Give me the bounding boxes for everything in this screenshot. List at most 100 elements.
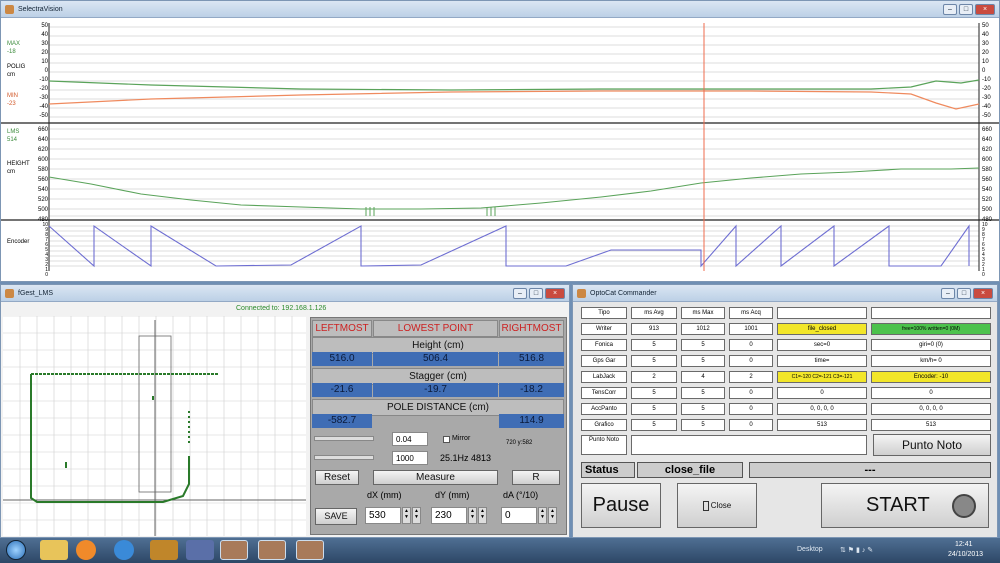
dy-spinner[interactable]: ▲ ▼: [468, 507, 477, 524]
max-value: -18: [7, 49, 16, 55]
tick-label: 500: [37, 207, 48, 213]
row-max: 5: [681, 355, 725, 367]
encoder-label: Encoder: [7, 239, 30, 245]
close-button[interactable]: ×: [975, 3, 995, 15]
optocat-window: OptoCat Commander – □ × Tipo ms Avg ms M…: [572, 284, 998, 538]
plot3-ticks-right: 10 9 8 7 6 5 4 3 2 1 0: [982, 223, 994, 278]
close-label: Close: [710, 501, 732, 510]
maximize-button[interactable]: □: [529, 287, 543, 299]
tick-label: -20: [982, 86, 991, 92]
row-avg: 5: [631, 355, 677, 367]
tick-label: 580: [37, 167, 48, 173]
minimize-button[interactable]: –: [941, 287, 955, 299]
height-right-value: 516.8: [499, 352, 564, 366]
tick-label: 600: [37, 157, 48, 163]
optocat-title-bar: OptoCat Commander – □ ×: [573, 285, 997, 302]
tick-label: 540: [982, 187, 993, 193]
da-spinner-2[interactable]: ▲ ▼: [548, 507, 557, 524]
height-mid-value: 506.4: [373, 352, 498, 366]
xy-readout: 720 y:582: [506, 440, 533, 446]
title-bar: SelectraVision – □ ×: [1, 1, 999, 18]
dy-input[interactable]: 230: [431, 507, 467, 524]
row-status: 0, 0, 0, 0: [777, 403, 867, 415]
row-name: Grafico: [581, 419, 627, 431]
frequency-readout: 25.1Hz 4813: [440, 453, 492, 463]
dx-spinner-2[interactable]: ▲ ▼: [412, 507, 421, 524]
height-line: [48, 167, 980, 210]
optocat-task-icon[interactable]: [220, 540, 248, 560]
close-button[interactable]: ×: [973, 287, 993, 299]
r-button[interactable]: R: [512, 470, 560, 485]
threshold-slider[interactable]: [314, 436, 374, 441]
row-max: 1012: [681, 323, 725, 335]
dy-spinner-2[interactable]: ▲ ▼: [478, 507, 487, 524]
plot1-ticks-right: 50 40 30 20 10 0 -10 -20 -30 -40 -50: [982, 22, 998, 121]
helmet-app-icon[interactable]: [150, 540, 178, 560]
lms-value: 514: [7, 137, 18, 143]
row-max: 4: [681, 371, 725, 383]
row-info: 513: [871, 419, 991, 431]
col-header-acq: ms Acq: [729, 307, 773, 319]
min-label: MIN: [7, 93, 18, 99]
tick-label: 640: [37, 137, 48, 143]
lms-title-bar: fGest_LMS – □ ×: [1, 285, 569, 302]
row-avg: 5: [631, 339, 677, 351]
clock-time: 12:41: [955, 541, 973, 548]
pole-right-value: 114.9: [499, 414, 564, 428]
tick-label: 660: [982, 127, 993, 133]
door-icon: [702, 500, 709, 511]
save-button[interactable]: SAVE: [315, 508, 357, 525]
tick-label: 0: [982, 68, 986, 74]
tick-label: 600: [982, 157, 993, 163]
minimize-button[interactable]: –: [943, 3, 957, 15]
da-spinner[interactable]: ▲ ▼: [538, 507, 547, 524]
samples-slider[interactable]: [314, 455, 374, 460]
rightmost-header: RIGHTMOST: [499, 320, 564, 337]
start-button[interactable]: START: [821, 483, 989, 528]
stagger-right-value: -18.2: [499, 383, 564, 397]
tick-label: 50: [41, 23, 48, 29]
reset-button[interactable]: Reset: [315, 470, 359, 485]
minimize-button[interactable]: –: [513, 287, 527, 299]
tick-label: -50: [39, 113, 48, 119]
row-status: 0: [777, 387, 867, 399]
maximize-button[interactable]: □: [959, 3, 973, 15]
tick-label: 0: [44, 68, 48, 74]
tick-label: 520: [37, 197, 48, 203]
row-name: LabJack: [581, 371, 627, 383]
start-orb-icon[interactable]: [6, 540, 26, 560]
height-unit: cm: [7, 169, 15, 175]
tick-label: 30: [41, 41, 48, 47]
explorer-icon[interactable]: [40, 540, 68, 560]
punto-noto-field[interactable]: [631, 435, 867, 455]
desktop-label[interactable]: Desktop: [797, 546, 823, 553]
browser-icon[interactable]: [114, 540, 134, 560]
threshold-input[interactable]: 0.04: [392, 432, 428, 446]
plot1-grid: [49, 26, 979, 118]
media-player-icon[interactable]: [76, 540, 96, 560]
measure-button[interactable]: Measure: [373, 470, 498, 485]
da-input[interactable]: 0: [501, 507, 537, 524]
mirror-checkbox[interactable]: [443, 436, 450, 443]
punto-noto-button[interactable]: Punto Noto: [873, 434, 991, 456]
tick-label: 620: [37, 147, 48, 153]
maximize-button[interactable]: □: [957, 287, 971, 299]
dx-spinner[interactable]: ▲ ▼: [402, 507, 411, 524]
close-app-button[interactable]: Close: [677, 483, 757, 528]
dx-input[interactable]: 530: [365, 507, 401, 524]
row-name: TensCorr: [581, 387, 627, 399]
plot1-ticks-left: 50 40 30 20 10 0 -10 -20 -30 -40 -50: [34, 22, 48, 121]
stagger-left-value: -21.6: [312, 383, 372, 397]
plot2-ticks-left: 660 640 620 600 580 560 540 520 500 480: [32, 125, 48, 225]
close-button[interactable]: ×: [545, 287, 565, 299]
samples-input[interactable]: 1000: [392, 451, 428, 465]
pause-button[interactable]: Pause: [581, 483, 661, 528]
app-icon: [577, 288, 586, 298]
save-app-icon[interactable]: [186, 540, 214, 560]
polig-max-line: [48, 79, 980, 91]
lms-task-icon[interactable]: [258, 540, 286, 560]
selectra-task-icon[interactable]: [296, 540, 324, 560]
tick-label: 10: [982, 59, 989, 65]
row-name: AccPanto: [581, 403, 627, 415]
row-status: C1=-120 C2=-121 C3=-121: [777, 371, 867, 383]
